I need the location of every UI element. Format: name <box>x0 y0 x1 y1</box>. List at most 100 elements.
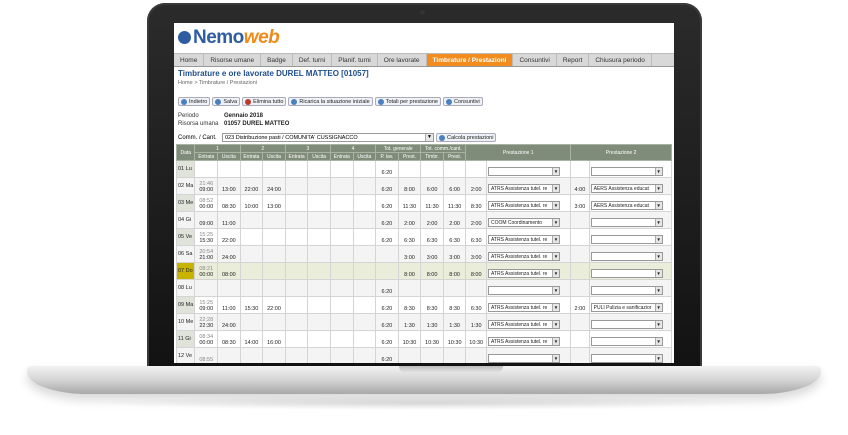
uscita-1-cell[interactable] <box>217 347 241 363</box>
uscita-3-cell[interactable] <box>307 160 331 178</box>
prestazione-1-select[interactable]: ATRS Assistenza tutel. re ▼ <box>487 235 560 244</box>
entrata-2-cell[interactable]: 10:00 <box>239 194 264 212</box>
uscita-3-cell[interactable] <box>307 330 331 348</box>
uscita-1-cell[interactable] <box>217 160 241 178</box>
prestazione-2-select[interactable]: AERS Assistenza educat ▼ <box>590 201 663 210</box>
prestazione-1-select[interactable]: ATRS Assistenza tutel. re ▼ <box>487 201 560 210</box>
tab-chiusura-periodo[interactable]: Chiusura periodo <box>589 54 652 66</box>
tab-planif-turni[interactable]: Planif. turni <box>332 54 378 66</box>
uscita-4-cell[interactable] <box>352 211 377 229</box>
uscita-4-cell[interactable] <box>352 279 377 297</box>
uscita-2-cell[interactable]: 16:00 <box>262 330 286 348</box>
prestazione-1-select[interactable]: ATRS Assistenza tutel. re ▼ <box>487 303 560 312</box>
entrata-1-cell[interactable]: 09:00 <box>194 211 219 229</box>
prestazione-2-select[interactable]: ▼ <box>590 218 663 227</box>
consuntivi-button[interactable]: Consuntivi <box>442 97 483 106</box>
entrata-3-cell[interactable] <box>284 313 309 331</box>
uscita-2-cell[interactable] <box>262 347 286 363</box>
prestazione-1-select[interactable]: ATRS Assistenza tutel. re ▼ <box>487 184 560 193</box>
entrata-2-cell[interactable] <box>239 160 264 178</box>
entrata-4-cell[interactable] <box>329 194 354 212</box>
prestazione-1-select[interactable]: ▼ <box>487 354 560 363</box>
uscita-3-cell[interactable] <box>307 245 331 263</box>
prestazione-1-select[interactable]: COOM Coordinamento ▼ <box>487 218 560 227</box>
uscita-2-cell[interactable] <box>262 211 286 229</box>
uscita-4-cell[interactable] <box>352 245 377 263</box>
entrata-3-cell[interactable] <box>284 330 309 348</box>
entrata-1-cell[interactable] <box>194 279 219 297</box>
uscita-4-cell[interactable] <box>352 296 377 314</box>
uscita-3-cell[interactable] <box>307 313 331 331</box>
tab-timbrature-prestazioni[interactable]: Timbrature / Prestazioni <box>426 54 514 66</box>
entrata-1-cell[interactable]: 08:55 <box>194 347 219 363</box>
prestazione-1-select[interactable]: ATRS Assistenza tutel. re ▼ <box>487 337 560 346</box>
prestazione-2-select[interactable]: ▼ <box>590 320 663 329</box>
uscita-2-cell[interactable] <box>262 160 286 178</box>
ricarica-la-situazione-iniziale-button[interactable]: Ricarica la situazione iniziale <box>288 97 373 106</box>
prestazione-2-select[interactable]: ▼ <box>590 167 663 176</box>
entrata-3-cell[interactable] <box>284 245 309 263</box>
uscita-1-cell[interactable]: 08:00 <box>217 262 241 280</box>
uscita-4-cell[interactable] <box>352 330 377 348</box>
uscita-3-cell[interactable] <box>307 262 331 280</box>
prestazione-1-select[interactable]: ATRS Assistenza tutel. re ▼ <box>487 320 560 329</box>
entrata-4-cell[interactable] <box>329 313 354 331</box>
entrata-1-cell[interactable]: 15:25 09:00 <box>194 296 219 314</box>
tab-risorse-umane[interactable]: Risorse umane <box>204 54 262 66</box>
entrata-4-cell[interactable] <box>329 279 354 297</box>
uscita-4-cell[interactable] <box>352 160 377 178</box>
entrata-1-cell[interactable] <box>194 160 219 178</box>
uscita-2-cell[interactable] <box>262 228 286 246</box>
tab-consuntivi[interactable]: Consuntivi <box>513 54 557 66</box>
tab-home[interactable]: Home <box>174 54 205 66</box>
prestazione-2-select[interactable]: ▼ <box>590 269 663 278</box>
uscita-1-cell[interactable]: 22:00 <box>217 228 241 246</box>
entrata-1-cell[interactable]: 08:52 00:00 <box>194 194 219 212</box>
uscita-3-cell[interactable] <box>307 177 331 195</box>
entrata-3-cell[interactable] <box>284 262 309 280</box>
prestazione-1-select[interactable]: ATRS Assistenza tutel. re ▼ <box>487 269 560 278</box>
uscita-4-cell[interactable] <box>352 177 377 195</box>
entrata-4-cell[interactable] <box>329 211 354 229</box>
prestazione-2-select[interactable]: ▼ <box>590 286 663 295</box>
prestazione-1-select[interactable]: ▼ <box>487 286 560 295</box>
entrata-4-cell[interactable] <box>329 347 354 363</box>
tab-ore-lavorate[interactable]: Ore lavorate <box>378 54 427 66</box>
uscita-4-cell[interactable] <box>352 347 377 363</box>
entrata-4-cell[interactable] <box>329 177 354 195</box>
comm-select[interactable]: 023 Distribuzione pasti / COMUNITA' CUSS… <box>222 133 434 142</box>
uscita-3-cell[interactable] <box>307 211 331 229</box>
salva-button[interactable]: Salva <box>212 97 241 106</box>
indietro-button[interactable]: Indietro <box>178 97 211 106</box>
uscita-2-cell[interactable]: 13:00 <box>262 194 286 212</box>
entrata-4-cell[interactable] <box>329 228 354 246</box>
entrata-3-cell[interactable] <box>284 296 309 314</box>
entrata-2-cell[interactable] <box>239 228 264 246</box>
entrata-1-cell[interactable]: 08:34 00:00 <box>194 330 219 348</box>
uscita-1-cell[interactable]: 11:00 <box>217 211 241 229</box>
uscita-1-cell[interactable]: 24:00 <box>217 313 241 331</box>
entrata-3-cell[interactable] <box>284 194 309 212</box>
uscita-3-cell[interactable] <box>307 296 331 314</box>
entrata-2-cell[interactable]: 22:00 <box>239 177 264 195</box>
tab-def-turni[interactable]: Def. turni <box>293 54 333 66</box>
entrata-3-cell[interactable] <box>284 211 309 229</box>
calcola-prestazioni-button[interactable]: Calcola prestazioni <box>436 133 497 142</box>
entrata-3-cell[interactable] <box>284 347 309 363</box>
uscita-2-cell[interactable] <box>262 245 286 263</box>
entrata-1-cell[interactable]: 21:46 09:00 <box>194 177 219 195</box>
entrata-2-cell[interactable] <box>239 347 264 363</box>
entrata-3-cell[interactable] <box>284 177 309 195</box>
uscita-3-cell[interactable] <box>307 279 331 297</box>
entrata-2-cell[interactable]: 15:30 <box>239 296 264 314</box>
prestazione-1-select[interactable]: ATRS Assistenza tutel. re ▼ <box>487 252 560 261</box>
totali-per-prestazione-button[interactable]: Totali per prestazione <box>374 97 441 106</box>
tab-badge[interactable]: Badge <box>261 54 293 66</box>
uscita-4-cell[interactable] <box>352 262 377 280</box>
entrata-1-cell[interactable]: 22:28 22:30 <box>194 313 219 331</box>
entrata-4-cell[interactable] <box>329 262 354 280</box>
entrata-1-cell[interactable]: 08:21 00:00 <box>194 262 219 280</box>
uscita-2-cell[interactable]: 22:00 <box>262 296 286 314</box>
prestazione-2-select[interactable]: ▼ <box>590 337 663 346</box>
uscita-2-cell[interactable] <box>262 262 286 280</box>
